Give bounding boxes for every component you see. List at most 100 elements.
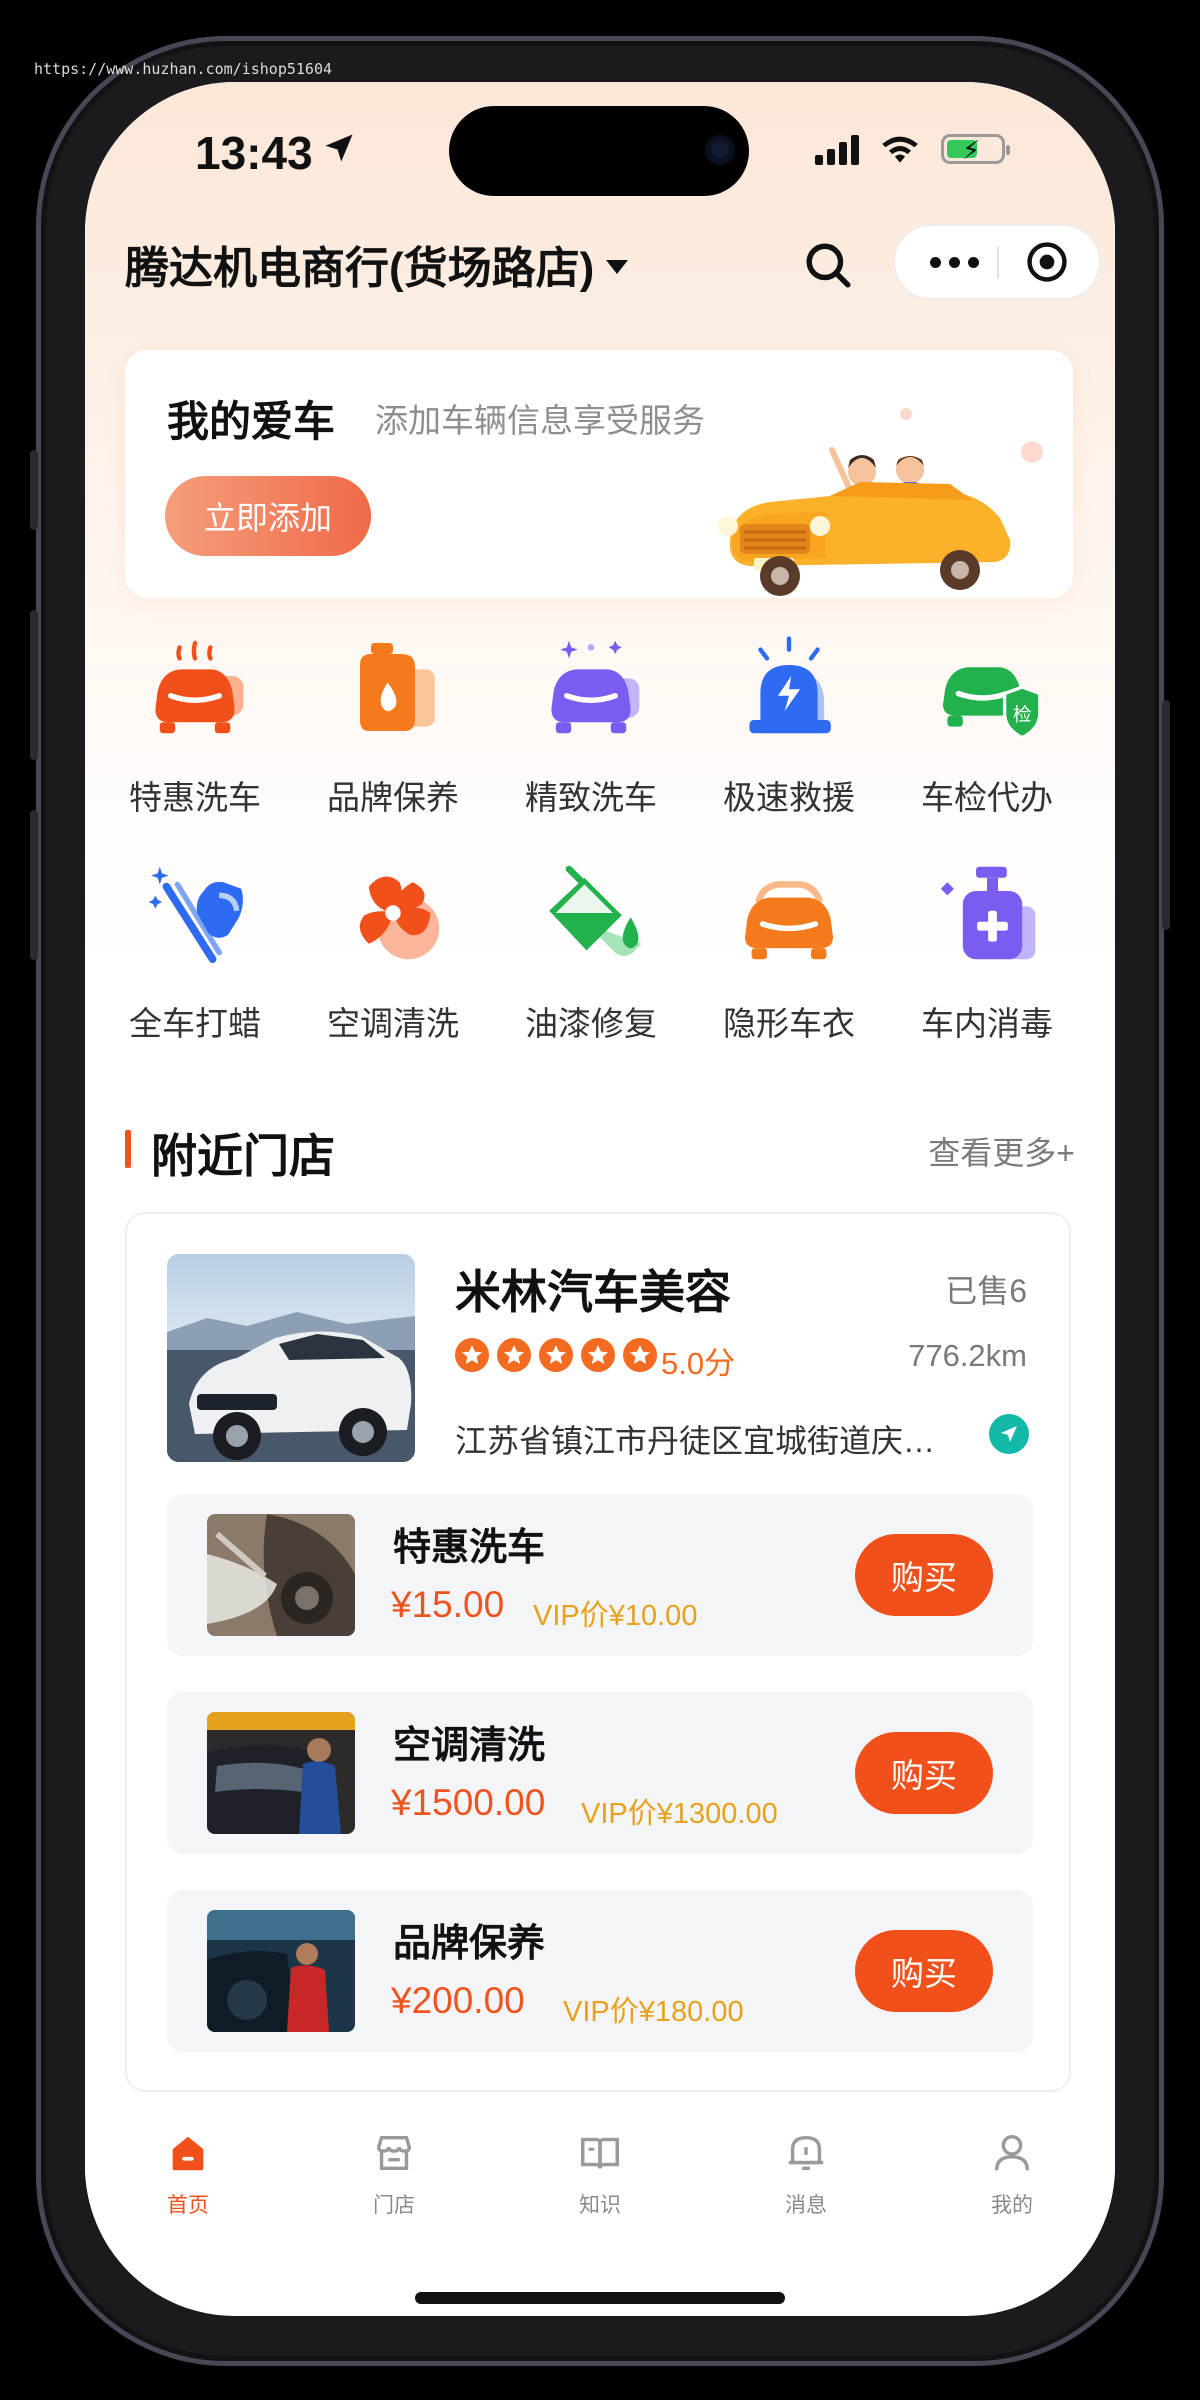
service-ac-cleaning[interactable]: 空调清洗 bbox=[293, 858, 493, 1045]
tab-label: 首页 bbox=[167, 2194, 209, 2217]
navigate-icon[interactable] bbox=[989, 1414, 1029, 1454]
section-accent-bar bbox=[125, 1130, 131, 1168]
status-time: 13:43 bbox=[195, 127, 313, 179]
message-icon bbox=[788, 2135, 824, 2171]
wifi-icon bbox=[882, 136, 918, 163]
store-photo bbox=[167, 1254, 415, 1462]
service-vip-price: VIP价¥180.00 bbox=[563, 1996, 744, 2028]
store-title: 腾达机电商行(货场路店) bbox=[125, 244, 595, 293]
buy-button[interactable]: 购买 bbox=[855, 1930, 993, 2012]
service-label: 车检代办 bbox=[921, 779, 1053, 816]
close-target-icon[interactable] bbox=[1025, 240, 1069, 284]
buy-button[interactable]: 购买 bbox=[855, 1534, 993, 1616]
star-icon bbox=[497, 1338, 531, 1372]
capsule-divider bbox=[997, 246, 999, 278]
service-name: 特惠洗车 bbox=[393, 1527, 546, 1569]
home-icon bbox=[172, 2136, 204, 2171]
fan-icon bbox=[359, 876, 440, 960]
service-wax[interactable]: 全车打蜡 bbox=[95, 858, 295, 1045]
add-car-button[interactable]: 立即添加 bbox=[165, 476, 371, 556]
star-icon bbox=[581, 1338, 615, 1372]
home-indicator bbox=[415, 2292, 785, 2304]
sparkle-car-icon bbox=[551, 640, 640, 734]
car-film-icon bbox=[745, 881, 833, 960]
tab-home[interactable]: 首页 bbox=[85, 2130, 291, 2219]
star-icon bbox=[623, 1338, 657, 1372]
status-icons: ⚡ bbox=[815, 132, 1010, 166]
service-row[interactable]: 特惠洗车 ¥15.00 VIP价¥10.00 购买 bbox=[167, 1494, 1033, 1656]
tab-profile[interactable]: 我的 bbox=[909, 2130, 1115, 2219]
star-icon bbox=[455, 1338, 489, 1372]
bottom-tab-bar: 首页 门店 知识 消息 我的 bbox=[85, 2130, 1115, 2250]
service-rescue[interactable]: 极速救援 bbox=[689, 632, 889, 819]
store-name: 米林汽车美容 bbox=[455, 1266, 731, 1318]
service-fine-wash[interactable]: 精致洗车 bbox=[491, 632, 691, 819]
my-car-subtitle: 添加车辆信息享受服务 bbox=[375, 402, 705, 439]
tab-label: 我的 bbox=[991, 2194, 1033, 2217]
tab-label: 知识 bbox=[579, 2194, 621, 2217]
search-icon[interactable] bbox=[803, 240, 853, 290]
buy-button[interactable]: 购买 bbox=[855, 1732, 993, 1814]
service-label: 精致洗车 bbox=[525, 779, 657, 816]
inspection-car-icon: 检 bbox=[943, 667, 1042, 740]
sold-count: 已售6 bbox=[945, 1273, 1027, 1309]
book-icon bbox=[581, 2137, 619, 2169]
tab-messages[interactable]: 消息 bbox=[703, 2130, 909, 2219]
dynamic-island bbox=[449, 106, 749, 196]
miniprogram-capsule bbox=[895, 226, 1099, 298]
service-thumbnail-ac-cleaning bbox=[207, 1712, 355, 1834]
service-name: 空调清洗 bbox=[393, 1725, 546, 1767]
star-icon bbox=[539, 1338, 573, 1372]
cellular-signal-icon bbox=[815, 133, 859, 165]
service-thumbnail-maintenance bbox=[207, 1910, 355, 2032]
service-price: ¥200.00 bbox=[391, 1980, 525, 2021]
more-options-button[interactable] bbox=[915, 226, 993, 298]
volume-down-button bbox=[30, 810, 38, 960]
tab-store[interactable]: 门店 bbox=[291, 2130, 497, 2219]
service-row[interactable]: 空调清洗 ¥1500.00 VIP价¥1300.00 购买 bbox=[167, 1692, 1033, 1854]
service-vip-price: VIP价¥1300.00 bbox=[581, 1798, 778, 1830]
service-label: 特惠洗车 bbox=[129, 779, 261, 816]
store-icon bbox=[376, 2135, 412, 2171]
service-label: 隐形车衣 bbox=[723, 1005, 855, 1042]
profile-icon bbox=[994, 2134, 1030, 2171]
svg-text:检: 检 bbox=[1013, 705, 1032, 726]
rating-score: 5.0分 bbox=[661, 1346, 736, 1381]
wax-spray-icon bbox=[148, 866, 243, 964]
rating-stars bbox=[455, 1338, 657, 1372]
store-distance: 776.2km bbox=[908, 1338, 1027, 1373]
oil-can-icon bbox=[360, 643, 435, 731]
my-car-title: 我的爱车 bbox=[167, 398, 336, 445]
service-label: 品牌保养 bbox=[327, 779, 459, 816]
store-address: 江苏省镇江市丹徒区宜城街道庆… bbox=[455, 1423, 936, 1459]
service-paint-repair[interactable]: 油漆修复 bbox=[491, 858, 691, 1045]
battery-icon: ⚡ bbox=[941, 134, 1010, 165]
service-label: 全车打蜡 bbox=[129, 1005, 261, 1042]
nearby-section-title: 附近门店 bbox=[151, 1130, 335, 1182]
tab-label: 消息 bbox=[785, 2194, 827, 2217]
service-row[interactable]: 品牌保养 ¥200.00 VIP价¥180.00 购买 bbox=[167, 1890, 1033, 2052]
volume-up-button bbox=[30, 610, 38, 760]
service-price: ¥15.00 bbox=[391, 1584, 505, 1625]
service-inspection[interactable]: 检 车检代办 bbox=[887, 632, 1087, 819]
store-selector[interactable]: 腾达机电商行(货场路店) bbox=[125, 232, 629, 296]
service-ppf[interactable]: 隐形车衣 bbox=[689, 858, 889, 1045]
service-disinfection[interactable]: 车内消毒 bbox=[887, 858, 1087, 1045]
view-more-link[interactable]: 查看更多+ bbox=[928, 1128, 1075, 1174]
rescue-siren-icon bbox=[749, 636, 831, 734]
caret-down-icon bbox=[606, 260, 629, 274]
convertible-car-illustration bbox=[718, 408, 1043, 596]
my-car-card: 我的爱车 添加车辆信息享受服务 立即添加 bbox=[125, 350, 1073, 598]
service-thumbnail-car-wash bbox=[207, 1514, 355, 1636]
service-car-wash[interactable]: 特惠洗车 bbox=[95, 632, 295, 819]
watermark-url: https://www.huzhan.com/ishop51604 bbox=[34, 60, 333, 78]
location-arrow-icon bbox=[325, 134, 353, 162]
store-card[interactable]: 米林汽车美容 已售6 5.0分 776.2km 江苏省镇江市丹徒区宜城街道庆… bbox=[125, 1212, 1071, 2092]
service-brand-maintenance[interactable]: 品牌保养 bbox=[293, 632, 493, 819]
service-label: 极速救援 bbox=[723, 779, 855, 816]
service-vip-price: VIP价¥10.00 bbox=[533, 1600, 698, 1632]
service-label: 油漆修复 bbox=[525, 1005, 657, 1042]
service-name: 品牌保养 bbox=[393, 1923, 546, 1965]
tab-knowledge[interactable]: 知识 bbox=[497, 2130, 703, 2219]
car-wash-icon bbox=[155, 640, 244, 734]
